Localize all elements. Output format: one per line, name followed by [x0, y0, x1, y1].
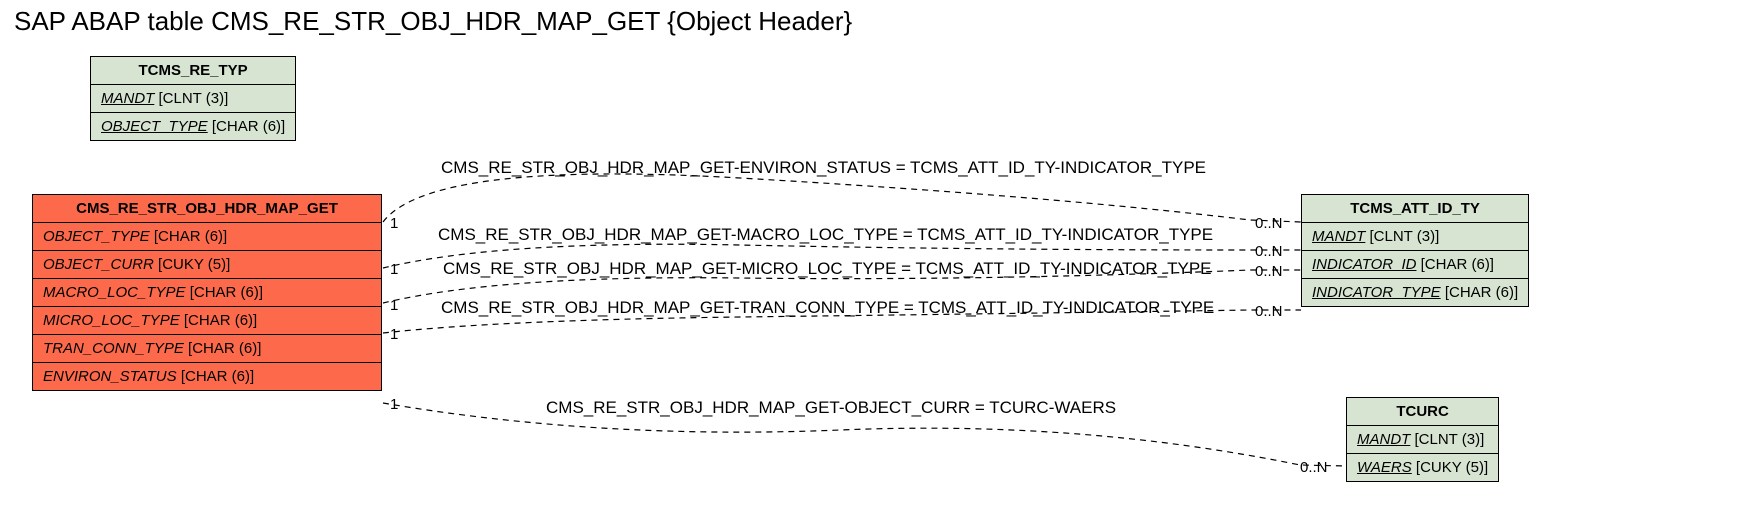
- entity-main: CMS_RE_STR_OBJ_HDR_MAP_GET OBJECT_TYPE […: [32, 194, 382, 391]
- entity-field: INDICATOR_TYPE [CHAR (6)]: [1302, 279, 1528, 306]
- entity-field: TRAN_CONN_TYPE [CHAR (6)]: [33, 335, 381, 363]
- entity-field: MANDT [CLNT (3)]: [91, 85, 295, 113]
- relation-label: CMS_RE_STR_OBJ_HDR_MAP_GET-MICRO_LOC_TYP…: [443, 259, 1212, 279]
- cardinality-left: 1: [390, 326, 398, 343]
- field-type: [CHAR (6)]: [188, 340, 261, 357]
- field-type: [CHAR (6)]: [1421, 256, 1494, 273]
- entity-field: MANDT [CLNT (3)]: [1302, 223, 1528, 251]
- field-type: [CLNT (3)]: [159, 90, 229, 107]
- field-name: WAERS: [1357, 459, 1412, 476]
- entity-tcms-re-typ: TCMS_RE_TYP MANDT [CLNT (3)] OBJECT_TYPE…: [90, 56, 296, 141]
- field-type: [CUKY (5)]: [1416, 459, 1488, 476]
- cardinality-left: 1: [390, 297, 398, 314]
- field-name: MICRO_LOC_TYPE: [43, 312, 180, 329]
- field-type: [CHAR (6)]: [184, 312, 257, 329]
- cardinality-right: 0..N: [1300, 459, 1328, 476]
- entity-field: MACRO_LOC_TYPE [CHAR (6)]: [33, 279, 381, 307]
- field-name: TRAN_CONN_TYPE: [43, 340, 184, 357]
- field-name: OBJECT_CURR: [43, 256, 154, 273]
- field-name: MANDT: [1312, 228, 1365, 245]
- entity-field: MICRO_LOC_TYPE [CHAR (6)]: [33, 307, 381, 335]
- page-title: SAP ABAP table CMS_RE_STR_OBJ_HDR_MAP_GE…: [14, 6, 852, 37]
- cardinality-right: 0..N: [1255, 215, 1283, 232]
- cardinality-right: 0..N: [1255, 303, 1283, 320]
- field-type: [CHAR (6)]: [212, 118, 285, 135]
- entity-tcurc: TCURC MANDT [CLNT (3)] WAERS [CUKY (5)]: [1346, 397, 1499, 482]
- entity-header: TCURC: [1347, 398, 1498, 426]
- cardinality-left: 1: [390, 261, 398, 278]
- relation-label: CMS_RE_STR_OBJ_HDR_MAP_GET-MACRO_LOC_TYP…: [438, 225, 1213, 245]
- entity-field: INDICATOR_ID [CHAR (6)]: [1302, 251, 1528, 279]
- field-name: ENVIRON_STATUS: [43, 368, 177, 385]
- field-type: [CUKY (5)]: [158, 256, 230, 273]
- field-name: OBJECT_TYPE: [101, 118, 208, 135]
- field-type: [CLNT (3)]: [1370, 228, 1440, 245]
- field-name: OBJECT_TYPE: [43, 228, 150, 245]
- entity-header: TCMS_ATT_ID_TY: [1302, 195, 1528, 223]
- cardinality-left: 1: [390, 396, 398, 413]
- entity-tcms-att-id-ty: TCMS_ATT_ID_TY MANDT [CLNT (3)] INDICATO…: [1301, 194, 1529, 307]
- field-name: MANDT: [101, 90, 154, 107]
- field-name: INDICATOR_ID: [1312, 256, 1416, 273]
- entity-header: CMS_RE_STR_OBJ_HDR_MAP_GET: [33, 195, 381, 223]
- field-name: MANDT: [1357, 431, 1410, 448]
- field-type: [CHAR (6)]: [190, 284, 263, 301]
- cardinality-right: 0..N: [1255, 243, 1283, 260]
- relation-label: CMS_RE_STR_OBJ_HDR_MAP_GET-ENVIRON_STATU…: [441, 158, 1206, 178]
- relation-label: CMS_RE_STR_OBJ_HDR_MAP_GET-TRAN_CONN_TYP…: [441, 298, 1214, 318]
- entity-field: MANDT [CLNT (3)]: [1347, 426, 1498, 454]
- field-type: [CLNT (3)]: [1415, 431, 1485, 448]
- field-type: [CHAR (6)]: [154, 228, 227, 245]
- field-type: [CHAR (6)]: [1445, 284, 1518, 301]
- entity-header: TCMS_RE_TYP: [91, 57, 295, 85]
- field-name: MACRO_LOC_TYPE: [43, 284, 186, 301]
- entity-field: OBJECT_CURR [CUKY (5)]: [33, 251, 381, 279]
- entity-field: WAERS [CUKY (5)]: [1347, 454, 1498, 481]
- field-name: INDICATOR_TYPE: [1312, 284, 1441, 301]
- entity-field: ENVIRON_STATUS [CHAR (6)]: [33, 363, 381, 390]
- cardinality-right: 0..N: [1255, 263, 1283, 280]
- entity-field: OBJECT_TYPE [CHAR (6)]: [33, 223, 381, 251]
- relation-label: CMS_RE_STR_OBJ_HDR_MAP_GET-OBJECT_CURR =…: [546, 398, 1116, 418]
- cardinality-left: 1: [390, 215, 398, 232]
- field-type: [CHAR (6)]: [181, 368, 254, 385]
- entity-field: OBJECT_TYPE [CHAR (6)]: [91, 113, 295, 140]
